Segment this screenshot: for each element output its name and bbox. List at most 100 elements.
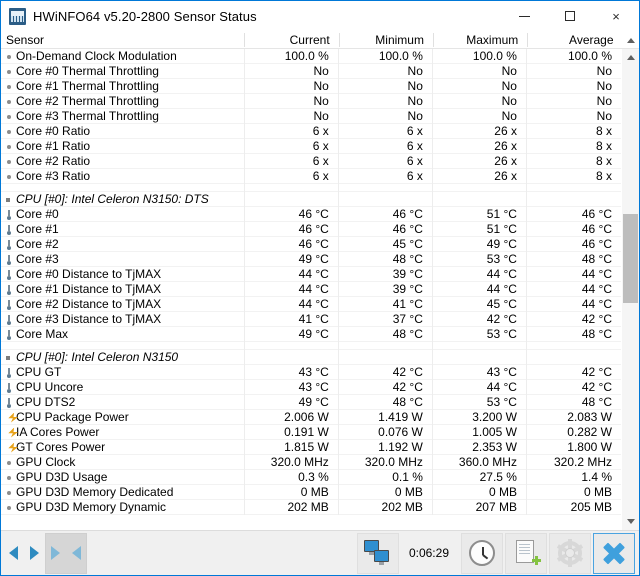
bullet-icon [5, 472, 14, 483]
expand-arrows-icon [9, 545, 39, 561]
sensor-label: Core #2 Distance to TjMAX [16, 297, 162, 311]
cell-average: 0.282 W [567, 424, 612, 439]
close-button[interactable]: × [593, 1, 639, 31]
table-row[interactable]: Core #1 Thermal Throttling No No No No [1, 78, 621, 94]
table-row[interactable]: Core #1 Distance to TjMAX 44 °C 39 °C 44 °C… [1, 281, 621, 297]
cell-maximum: 45 °C [433, 296, 527, 312]
settings-button[interactable] [549, 532, 591, 574]
table-row[interactable]: Core #3 49 °C 48 °C 53 °C 48 °C [1, 251, 621, 267]
cell-maximum: 44 °C [433, 281, 527, 297]
table-row[interactable]: Core #1 46 °C 46 °C 51 °C 46 °C [1, 221, 621, 237]
table-row[interactable]: Core #1 Ratio 6 x6 x 26 x8 x [1, 138, 621, 154]
cell-average: 44 °C [581, 266, 612, 281]
sensor-name-cell: Core #3 Thermal Throttling [1, 108, 245, 124]
table-row[interactable]: Core #0 Ratio 6 x6 x 26 x8 x [1, 123, 621, 139]
save-report-button[interactable] [505, 532, 547, 574]
sensor-label: Core #2 [16, 237, 59, 251]
sensor-label: Core #2 Ratio [16, 154, 91, 168]
cell-maximum: 44 °C [433, 266, 527, 282]
cell-average: 42 °C [581, 364, 612, 379]
close-sensors-button[interactable] [593, 532, 635, 574]
sensor-list[interactable]: On-Demand Clock Modulation 100.0 % 100.0 %… [1, 49, 621, 530]
scrollbar-up-button[interactable] [622, 49, 639, 66]
cell-average: 100.0 % [567, 49, 612, 63]
sensor-name-cell [1, 183, 245, 192]
section-header-row[interactable]: CPU [#0]: Intel Celeron N3150 [1, 349, 621, 365]
table-row[interactable]: GPU D3D Memory Dedicated 0 MB 0 MB 0 MB 0 MB [1, 484, 621, 500]
table-row[interactable]: CPU Uncore 43 °C 42 °C 44 °C 42 °C [1, 379, 621, 395]
table-row[interactable]: GT Cores Power 1.815 W 1.192 W 2.353 W 1.800… [1, 439, 621, 455]
cell-maximum: 43 °C [433, 364, 527, 380]
vertical-scrollbar[interactable] [621, 49, 639, 530]
cell-average: 1.4 % [581, 469, 612, 484]
table-row[interactable]: CPU Package Power 2.006 W 1.419 W 3.200 W 2.… [1, 409, 621, 425]
section-header-row[interactable]: CPU [#0]: Intel Celeron N3150: DTS [1, 191, 621, 207]
cell-average [527, 192, 621, 207]
minimize-button[interactable] [501, 1, 547, 31]
bullet-icon [5, 111, 14, 122]
table-row[interactable]: On-Demand Clock Modulation 100.0 % 100.0 %… [1, 49, 621, 64]
cell-current: 44 °C [245, 296, 339, 312]
cell-maximum: 26 x [433, 123, 527, 139]
table-row[interactable]: Core #2 Thermal Throttling No No No No [1, 93, 621, 109]
table-row[interactable]: Core #3 Ratio 6 x6 x 26 x8 x [1, 168, 621, 184]
cell-average: 8 x [595, 123, 612, 138]
scrollbar-down-button[interactable] [622, 513, 639, 530]
cell-minimum: 48 °C [339, 326, 433, 342]
table-row[interactable]: Core #0 46 °C 46 °C 51 °C 46 °C [1, 206, 621, 222]
table-row[interactable]: GPU D3D Memory Dynamic 202 MB 202 MB 207 MB… [1, 499, 621, 515]
table-row[interactable]: Core #0 Thermal Throttling No No No No [1, 63, 621, 79]
table-row[interactable]: Core #0 Distance to TjMAX 44 °C 39 °C 44 °C… [1, 266, 621, 282]
expand-all-button[interactable] [3, 533, 45, 574]
cell-minimum: No [339, 108, 433, 124]
table-row[interactable]: Core #2 46 °C 45 °C 49 °C 46 °C [1, 236, 621, 252]
column-header-maximum[interactable]: Maximum [434, 33, 529, 47]
cell-maximum: No [433, 108, 527, 124]
cell-maximum: 26 x [433, 138, 527, 154]
column-header-current[interactable]: Current [245, 33, 340, 47]
sensor-label: Core #1 [16, 222, 59, 236]
table-row[interactable]: Core Max 49 °C 48 °C 53 °C 48 °C [1, 326, 621, 342]
cell-average: No [596, 93, 612, 108]
bullet-icon [5, 126, 14, 137]
cell-current: No [245, 108, 339, 124]
bullet-icon [5, 156, 14, 167]
sensor-label: CPU [#0]: Intel Celeron N3150 [16, 350, 179, 364]
table-row[interactable]: GPU Clock 320.0 MHz 320.0 MHz 360.0 MHz 320.… [1, 454, 621, 470]
cell-minimum: 1.192 W [339, 439, 433, 455]
collapse-all-button[interactable] [45, 532, 87, 574]
cell-current: 43 °C [245, 364, 339, 380]
table-row[interactable]: Core #3 Distance to TjMAX 41 °C 37 °C 42 °C… [1, 311, 621, 327]
sensor-name-cell: Core #1 Thermal Throttling [1, 78, 245, 94]
maximize-icon [565, 11, 575, 21]
table-row[interactable]: GPU D3D Usage 0.3 % 0.1 % 27.5 % 1.4 % [1, 469, 621, 485]
column-header-average[interactable]: Average [528, 33, 622, 47]
sensor-label: Core #3 [16, 252, 59, 266]
table-row[interactable]: CPU DTS2 49 °C 48 °C 53 °C 48 °C [1, 394, 621, 410]
cell-maximum: No [433, 93, 527, 109]
window-title: HWiNFO64 v5.20-2800 Sensor Status [33, 8, 257, 24]
cell-average: 205 MB [570, 499, 612, 514]
cell-minimum [339, 191, 433, 207]
table-row[interactable]: IA Cores Power 0.191 W 0.076 W 1.005 W 0.282… [1, 424, 621, 440]
hwinfo-sensor-status-window: HWiNFO64 v5.20-2800 Sensor Status × Sens… [0, 0, 640, 576]
logging-interval-button[interactable] [461, 532, 503, 574]
cell-minimum: 0.076 W [339, 424, 433, 440]
table-row[interactable]: Core #3 Thermal Throttling No No No No [1, 108, 621, 124]
column-header-minimum[interactable]: Minimum [340, 33, 434, 47]
cell-maximum: 207 MB [433, 499, 527, 515]
bullet-icon [5, 457, 14, 468]
remote-monitoring-button[interactable] [356, 532, 399, 574]
column-header-sensor[interactable]: Sensor [1, 33, 246, 47]
thermometer-icon [5, 269, 14, 280]
scrollbar-track[interactable] [622, 66, 639, 513]
table-row[interactable]: Core #2 Ratio 6 x6 x 26 x8 x [1, 153, 621, 169]
elapsed-timer: 0:06:29 [408, 546, 449, 560]
sensor-label: Core #3 Thermal Throttling [16, 109, 159, 123]
cell-average: 44 °C [581, 281, 612, 296]
table-row[interactable]: Core #2 Distance to TjMAX 44 °C 41 °C 45 °C… [1, 296, 621, 312]
maximize-button[interactable] [547, 1, 593, 31]
scrollbar-thumb[interactable] [623, 214, 638, 303]
table-row[interactable]: CPU GT 43 °C 42 °C 43 °C 42 °C [1, 364, 621, 380]
cell-average: 48 °C [581, 326, 612, 341]
